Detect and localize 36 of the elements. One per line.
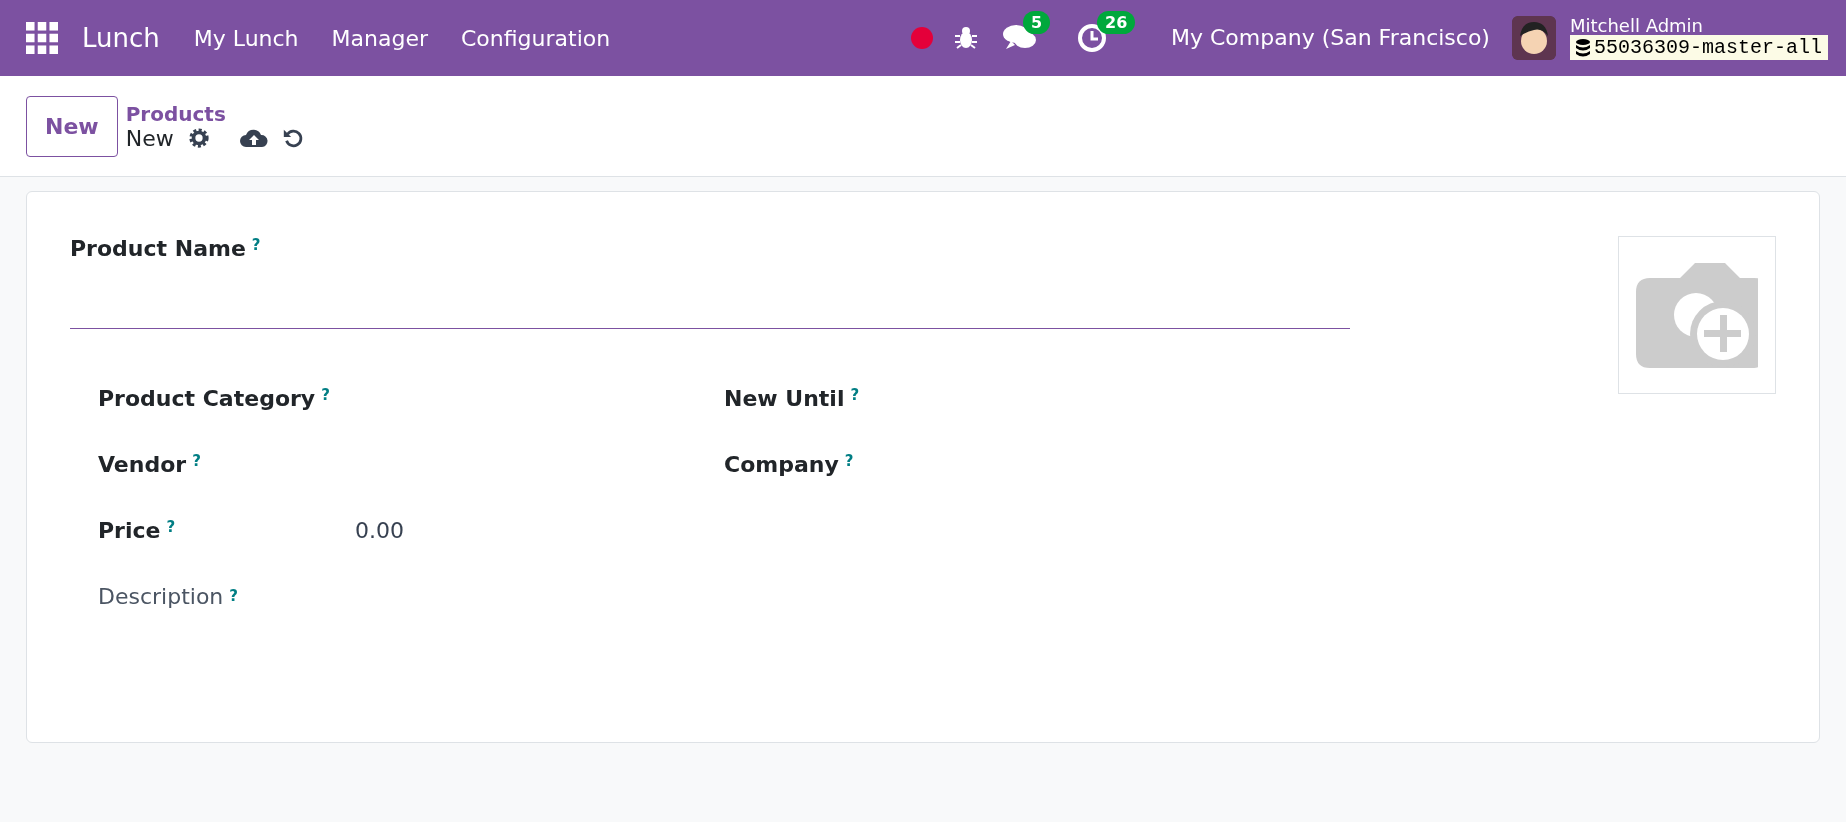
apps-menu-icon[interactable] bbox=[26, 22, 58, 54]
menu-item[interactable]: Manager bbox=[331, 25, 428, 51]
database-name: 55036309-master-all bbox=[1569, 35, 1828, 61]
undo-icon[interactable] bbox=[281, 127, 304, 149]
help-tooltip[interactable]: ? bbox=[229, 587, 238, 606]
app-name[interactable]: Lunch bbox=[82, 23, 160, 53]
clock-icon[interactable] bbox=[1077, 23, 1107, 53]
company-switcher[interactable]: My Company (San Francisco) bbox=[1171, 25, 1490, 51]
field-label: New Until bbox=[724, 386, 845, 411]
camera-plus-icon bbox=[1636, 262, 1758, 368]
price-value[interactable]: 0.00 bbox=[355, 517, 404, 543]
record-title: New bbox=[125, 125, 174, 151]
field-label: Vendor bbox=[98, 452, 187, 477]
help-tooltip[interactable]: ? bbox=[251, 236, 261, 254]
help-tooltip[interactable]: ? bbox=[192, 451, 201, 470]
menu-item[interactable]: Configuration bbox=[461, 25, 611, 51]
new-button[interactable]: New bbox=[26, 95, 118, 157]
field-label: Product Name bbox=[70, 236, 246, 262]
activity-count-badge: 26 bbox=[1097, 11, 1136, 34]
cloud-upload-icon[interactable] bbox=[239, 127, 268, 149]
user-name[interactable]: Mitchell Admin bbox=[1569, 15, 1828, 36]
message-count-badge: 5 bbox=[1023, 11, 1051, 34]
description-label: Description bbox=[98, 583, 224, 609]
help-tooltip[interactable]: ? bbox=[166, 517, 176, 536]
bug-icon[interactable] bbox=[955, 26, 977, 50]
gear-icon[interactable] bbox=[187, 127, 210, 149]
field-label: Price bbox=[98, 518, 161, 543]
help-tooltip[interactable]: ? bbox=[844, 451, 854, 470]
avatar-icon[interactable] bbox=[1511, 16, 1556, 60]
menu-item[interactable]: My Lunch bbox=[193, 25, 299, 51]
help-tooltip[interactable]: ? bbox=[850, 385, 860, 404]
breadcrumb-link[interactable]: Products bbox=[125, 101, 304, 126]
field-label: Company bbox=[724, 452, 839, 477]
database-icon bbox=[1575, 38, 1590, 57]
help-tooltip[interactable]: ? bbox=[321, 385, 330, 404]
field-label: Product Category bbox=[98, 386, 316, 411]
